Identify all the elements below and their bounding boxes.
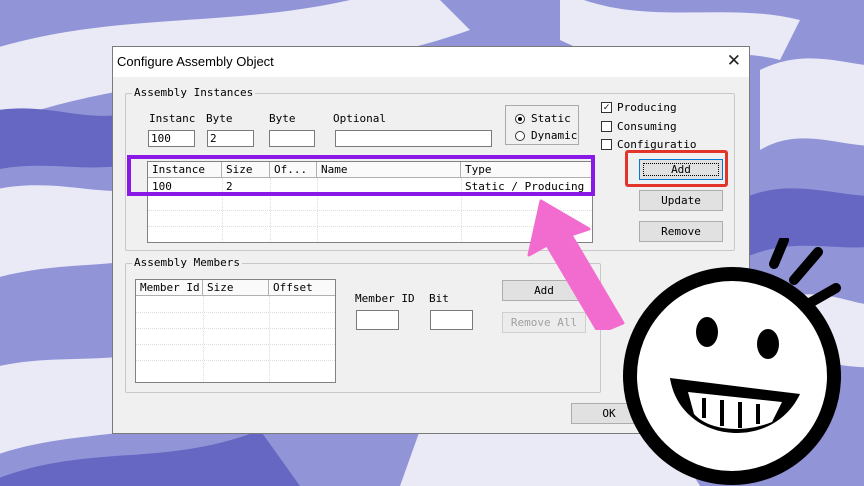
window-title: Configure Assembly Object <box>117 54 274 69</box>
member-id-label: Member ID <box>355 292 415 305</box>
grid-line <box>136 360 335 361</box>
close-icon[interactable]: ✕ <box>727 51 741 71</box>
configuration-checkbox[interactable] <box>601 139 612 150</box>
bit-label: Bit <box>429 292 449 305</box>
optional-label: Optional <box>333 112 386 125</box>
consuming-label: Consuming <box>617 120 677 133</box>
highlight-instance-row <box>127 155 595 196</box>
instance-label: Instanc <box>149 112 196 125</box>
grid-line <box>203 296 204 382</box>
grid-line <box>136 328 335 329</box>
consuming-checkbox[interactable] <box>601 121 612 132</box>
members-list[interactable]: Member Id Size Offset <box>135 279 336 383</box>
dynamic-radio[interactable] <box>515 131 525 141</box>
column-header-member-offset[interactable]: Offset <box>269 280 335 296</box>
pink-arrow-icon <box>527 199 625 330</box>
grid-line <box>136 312 335 313</box>
update-button[interactable]: Update <box>639 190 723 211</box>
producing-checkbox[interactable]: ✓ <box>601 102 612 113</box>
dynamic-label: Dynamic <box>531 129 578 142</box>
column-header-member-id[interactable]: Member Id <box>136 280 203 296</box>
smiley-face-icon <box>623 238 841 485</box>
member-id-input[interactable] <box>356 310 399 330</box>
offset-input[interactable] <box>269 130 315 147</box>
static-radio[interactable] <box>515 114 525 124</box>
optional-input[interactable] <box>335 130 492 147</box>
size-label: Byte <box>206 112 233 125</box>
offset-label: Byte <box>269 112 296 125</box>
bit-input[interactable] <box>430 310 473 330</box>
assembly-instances-label: Assembly Instances <box>132 86 256 99</box>
column-header-member-size[interactable]: Size <box>203 280 269 296</box>
grid-line <box>269 296 270 382</box>
highlight-add-button <box>625 150 728 187</box>
grid-line <box>136 344 335 345</box>
assembly-members-label: Assembly Members <box>132 256 242 269</box>
static-label: Static <box>531 112 571 125</box>
producing-label: Producing <box>617 101 677 114</box>
size-input[interactable]: 2 <box>207 130 254 147</box>
title-bar: Configure Assembly Object ✕ <box>113 47 749 77</box>
instance-input[interactable]: 100 <box>148 130 195 147</box>
